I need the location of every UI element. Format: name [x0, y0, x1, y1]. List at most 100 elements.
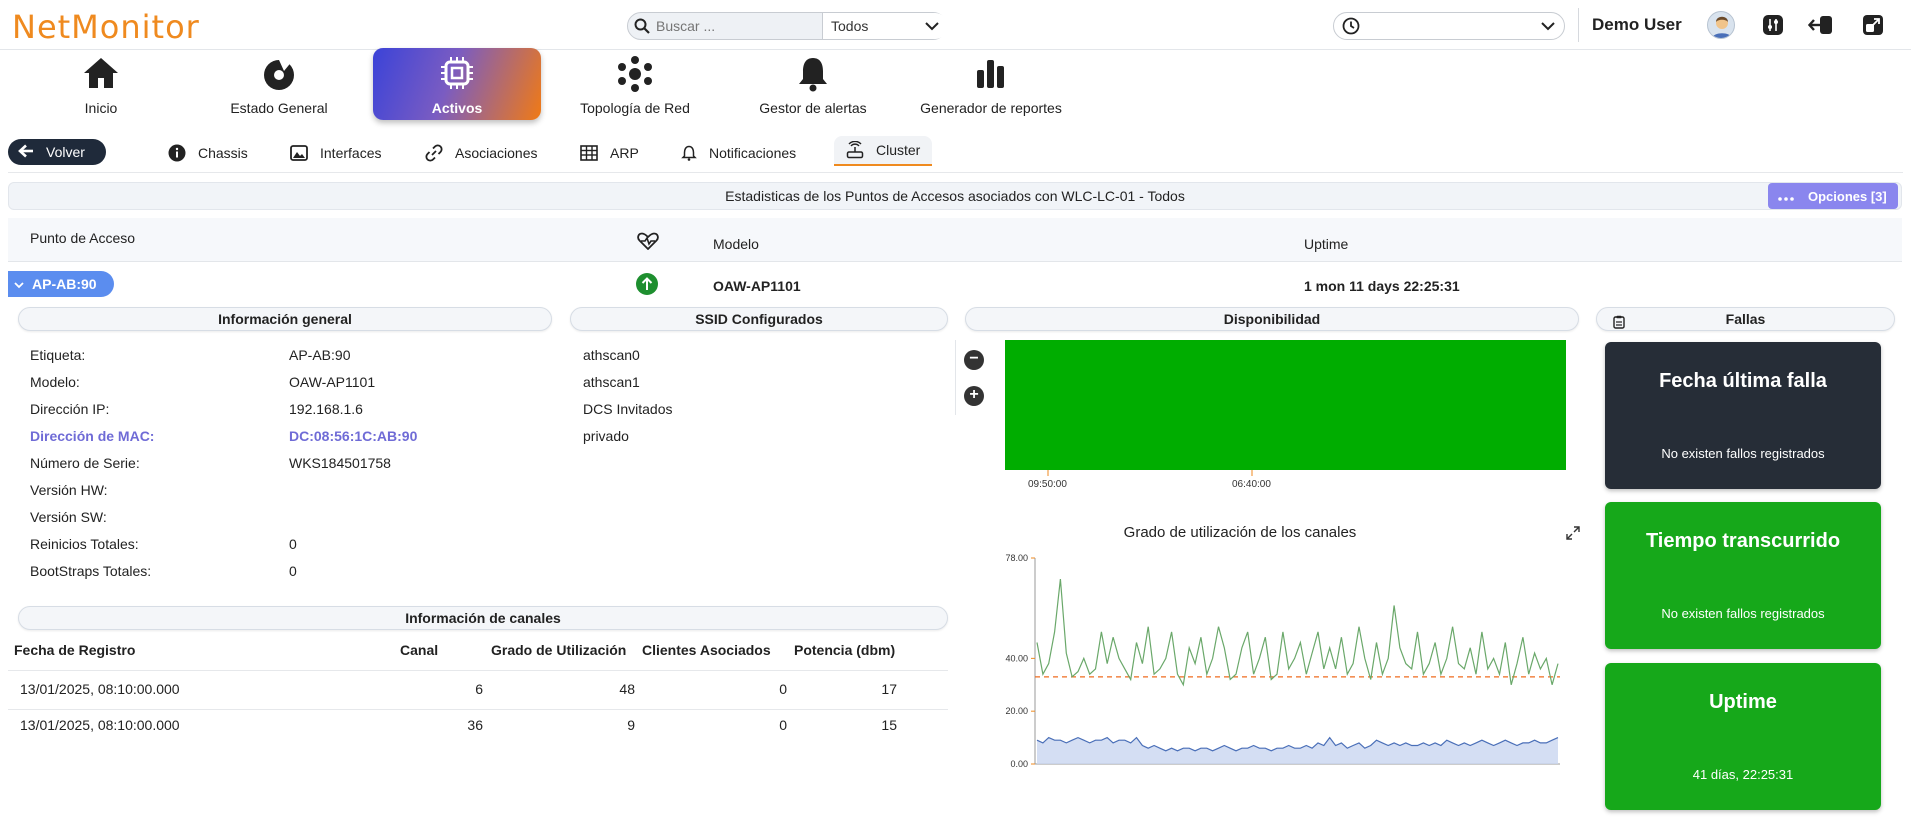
nav-activos[interactable]: Activos	[373, 48, 541, 120]
general-info-title: Información general	[18, 307, 552, 331]
logout-icon[interactable]	[1807, 13, 1832, 37]
header-model[interactable]: Modelo	[713, 236, 759, 252]
clock-icon	[1342, 17, 1360, 38]
tab-label: Cluster	[876, 142, 921, 158]
ssid-item: DCS Invitados	[583, 401, 673, 417]
channel-cell: 0	[779, 717, 787, 733]
ap-name: AP-AB:90	[32, 276, 97, 292]
zoom-in-button[interactable]: +	[964, 386, 984, 406]
nav-gestor-alertas[interactable]: Gestor de alertas	[729, 48, 897, 120]
clipboard-icon	[1613, 313, 1625, 335]
bell-icon	[729, 56, 897, 92]
options-button[interactable]: Opciones [3]	[1768, 183, 1898, 209]
tab-label: ARP	[610, 145, 639, 161]
chevron-down-icon	[1540, 18, 1556, 37]
nav-inicio[interactable]: Inicio	[17, 48, 185, 120]
uptime-card: Uptime 41 días, 22:25:31	[1605, 663, 1881, 810]
header-ap[interactable]: Punto de Acceso	[30, 230, 135, 246]
ch-header-date[interactable]: Fecha de Registro	[14, 642, 135, 658]
card-title: Uptime	[1709, 691, 1777, 713]
zoom-out-button[interactable]: −	[964, 350, 984, 370]
nav-label: Gestor de alertas	[759, 100, 867, 116]
nav-generador-reportes[interactable]: Generador de reportes	[907, 48, 1075, 120]
network-icon	[551, 56, 719, 92]
search-scope-select[interactable]: Todos	[822, 13, 948, 39]
info-value: WKS184501758	[289, 455, 391, 471]
nav-label: Topología de Red	[580, 100, 690, 116]
table-row: AP-AB:90 OAW-AP1101 1 mon 11 days 22:25:…	[8, 270, 1902, 300]
y-tick-label: 40.00	[1005, 653, 1028, 663]
chevron-down-icon	[924, 18, 940, 37]
back-button[interactable]: Volver	[8, 139, 106, 165]
info-label: Reinicios Totales:	[30, 536, 139, 552]
info-value: OAW-AP1101	[289, 374, 376, 390]
info-label: Versión HW:	[30, 482, 108, 498]
ssid-item: privado	[583, 428, 629, 444]
time-range-select[interactable]	[1333, 12, 1565, 40]
ssid-item: athscan1	[583, 374, 640, 390]
series-line	[1036, 579, 1559, 687]
status-up-icon	[636, 273, 658, 295]
info-value: 0	[289, 536, 297, 552]
arrow-left-icon	[18, 144, 34, 161]
info-value[interactable]: DC:08:56:1C:AB:90	[289, 428, 417, 444]
expand-window-icon[interactable]	[1861, 13, 1885, 37]
ch-header-power[interactable]: Potencia (dbm)	[794, 642, 895, 658]
availability-axis	[1047, 470, 1253, 476]
availability-tick: 06:40:00	[1232, 479, 1271, 490]
fallas-title: Fallas	[1596, 307, 1895, 331]
gauge-icon	[195, 56, 363, 92]
ch-header-clients[interactable]: Clientes Asociados	[642, 642, 771, 658]
info-label: Versión SW:	[30, 509, 107, 525]
heartbeat-icon	[637, 232, 659, 253]
info-value: AP-AB:90	[289, 347, 351, 363]
card-text: No existen fallos registrados	[1661, 446, 1825, 461]
search-box: Todos	[627, 12, 948, 40]
utilization-chart: 0.00 20.00 40.00 78.00	[1005, 553, 1560, 769]
user-name[interactable]: Demo User	[1592, 15, 1682, 35]
channel-cell: 13/01/2025, 08:10:00.000	[20, 681, 180, 697]
chip-icon	[373, 56, 541, 92]
header-uptime[interactable]: Uptime	[1304, 236, 1348, 252]
availability-bar	[1005, 340, 1566, 470]
tab-notificaciones[interactable]: Notificaciones	[681, 141, 796, 165]
tab-label: Asociaciones	[455, 145, 538, 161]
channel-cell: 13/01/2025, 08:10:00.000	[20, 717, 180, 733]
expand-icon[interactable]	[1566, 526, 1580, 543]
router-icon	[846, 141, 864, 159]
ssid-item: athscan0	[583, 347, 640, 363]
settings-sliders-icon[interactable]	[1761, 13, 1785, 37]
ch-header-utilization[interactable]: Grado de Utilización	[491, 642, 626, 658]
search-scope-value: Todos	[831, 18, 869, 34]
more-dots-icon	[1778, 189, 1794, 204]
top-bar: NetMonitor Todos Demo User	[0, 0, 1911, 50]
chart-title: Grado de utilización de los canales	[1123, 524, 1357, 541]
avatar[interactable]	[1707, 11, 1735, 39]
search-input[interactable]	[656, 13, 816, 39]
tab-chassis[interactable]: Chassis	[168, 141, 248, 165]
info-label: Modelo:	[30, 374, 80, 390]
nav-label: Estado General	[230, 100, 328, 116]
tab-arp[interactable]: ARP	[580, 141, 639, 165]
tab-asociaciones[interactable]: Asociaciones	[425, 141, 538, 165]
tab-cluster[interactable]: Cluster	[834, 136, 933, 166]
ap-model: OAW-AP1101	[713, 278, 801, 294]
divider	[1578, 8, 1579, 42]
tab-label: Chassis	[198, 145, 248, 161]
elapsed-time-card: Tiempo transcurrido No existen fallos re…	[1605, 502, 1881, 649]
table-icon	[580, 144, 598, 162]
nav-topologia[interactable]: Topología de Red	[551, 48, 719, 120]
ap-toggle[interactable]: AP-AB:90	[8, 271, 114, 297]
home-icon	[17, 56, 185, 92]
nav-estado-general[interactable]: Estado General	[195, 48, 363, 120]
ap-uptime: 1 mon 11 days 22:25:31	[1304, 278, 1460, 294]
nav-label: Activos	[431, 100, 483, 116]
ch-header-canal[interactable]: Canal	[400, 642, 438, 658]
divider	[8, 670, 948, 671]
app-logo[interactable]: NetMonitor	[12, 8, 200, 46]
channel-cell: 9	[627, 717, 635, 733]
y-tick-label: 78.00	[1005, 553, 1028, 563]
tab-interfaces[interactable]: Interfaces	[290, 141, 381, 165]
last-failure-card: Fecha última falla No existen fallos reg…	[1605, 342, 1881, 489]
info-label: Dirección IP:	[30, 401, 110, 417]
